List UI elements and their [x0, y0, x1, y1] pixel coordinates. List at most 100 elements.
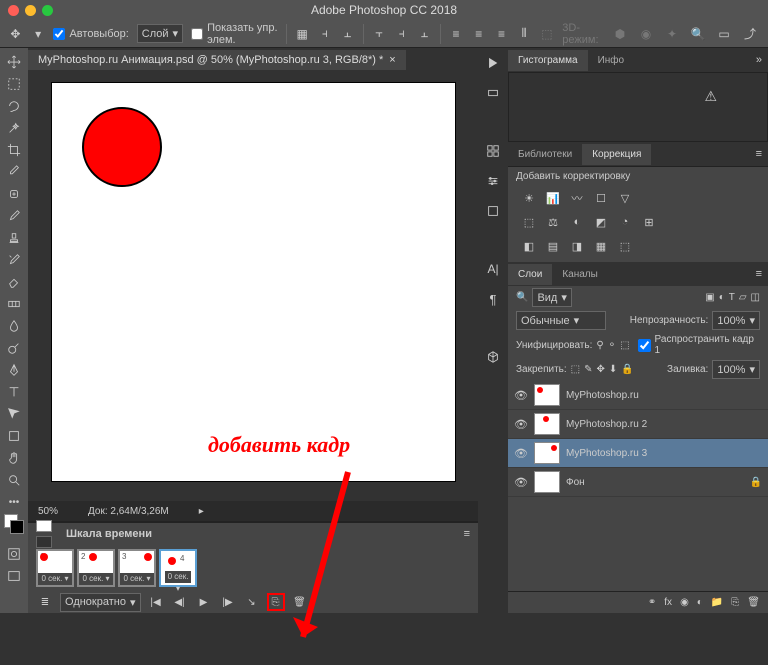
more-tools[interactable]: ••• — [2, 492, 26, 512]
quickmask-icon[interactable] — [2, 544, 26, 564]
visibility-icon[interactable]: 👁 — [514, 418, 528, 431]
timeline-frame[interactable]: 20 сек. ▾ — [77, 549, 115, 587]
adj-layer-icon[interactable]: ◐ — [697, 597, 703, 608]
timeline-menu-icon[interactable]: ≣ — [36, 593, 54, 611]
blend-select[interactable]: Обычные▾ — [516, 311, 606, 330]
distribute-icon[interactable]: ≡ — [471, 24, 486, 44]
tab-libraries[interactable]: Библиотеки — [508, 144, 582, 165]
search-icon[interactable]: 🔍 — [688, 24, 708, 44]
3d-icon[interactable] — [482, 346, 504, 368]
document-tab[interactable]: MyPhotoshop.ru Анимация.psd @ 50% (MyPho… — [28, 50, 406, 70]
map-icon[interactable]: ▦ — [592, 238, 610, 254]
visibility-icon[interactable]: 👁 — [514, 476, 528, 489]
brush-tool[interactable] — [2, 206, 26, 226]
lasso-tool[interactable] — [2, 96, 26, 116]
timeline-frame[interactable]: 40 сек. ▾ — [159, 549, 197, 587]
bw-icon[interactable]: ◐ — [568, 214, 586, 230]
prev-frame-button[interactable]: ◀| — [171, 593, 189, 611]
paragraph-icon[interactable]: ¶ — [482, 288, 504, 310]
play-button[interactable]: ▶ — [195, 593, 213, 611]
layer-row[interactable]: 👁 MyPhotoshop.ru — [508, 381, 768, 410]
wand-tool[interactable] — [2, 118, 26, 138]
filter-shape-icon[interactable]: ▱ — [739, 292, 747, 303]
exposure-icon[interactable]: ☐ — [592, 190, 610, 206]
mask-icon[interactable]: ◉ — [680, 597, 689, 608]
tab-adjustments[interactable]: Коррекция — [582, 144, 651, 165]
align-icon[interactable]: ▦ — [295, 24, 310, 44]
kind-select[interactable]: Вид▾ — [532, 288, 571, 307]
gradient-tool[interactable] — [2, 294, 26, 314]
distribute-icon[interactable]: ⫴ — [517, 24, 532, 44]
layer-row[interactable]: 👁 MyPhotoshop.ru 3 — [508, 439, 768, 468]
invert-icon[interactable]: ◧ — [520, 238, 538, 254]
3d-icon[interactable]: ◉ — [636, 24, 656, 44]
hue-icon[interactable]: ⬚ — [520, 214, 538, 230]
levels-icon[interactable]: 📊 — [544, 190, 562, 206]
mode-3d-icon[interactable]: ⬚ — [540, 24, 555, 44]
timeline-thumb-icon[interactable] — [36, 520, 52, 532]
lock-icon[interactable]: ⬇ — [609, 364, 617, 375]
warning-icon[interactable]: ⚠ — [704, 88, 717, 105]
loop-select[interactable]: Однократно▾ — [60, 593, 141, 612]
crop-tool[interactable] — [2, 140, 26, 160]
first-frame-button[interactable]: |◀ — [147, 593, 165, 611]
unify-icon[interactable]: ⚲ — [596, 340, 603, 351]
close-window[interactable] — [8, 5, 19, 16]
layer-name[interactable]: MyPhotoshop.ru 2 — [566, 419, 647, 430]
zoom-level[interactable]: 50% — [38, 506, 58, 517]
visibility-icon[interactable]: 👁 — [514, 447, 528, 460]
threshold-icon[interactable]: ◨ — [568, 238, 586, 254]
distribute-icon[interactable]: ≡ — [449, 24, 464, 44]
history-brush-tool[interactable] — [2, 250, 26, 270]
lock-icon[interactable]: ✎ — [584, 364, 592, 375]
curves-icon[interactable]: 〰 — [568, 190, 586, 206]
dodge-tool[interactable] — [2, 338, 26, 358]
unify-icon[interactable]: ⚬ — [608, 340, 616, 351]
eyedropper-tool[interactable] — [2, 162, 26, 182]
3d-icon[interactable]: ⬢ — [610, 24, 630, 44]
unify-icon[interactable]: ⬚ — [620, 340, 629, 351]
stamp-tool[interactable] — [2, 228, 26, 248]
3d-icon[interactable]: ✦ — [662, 24, 682, 44]
photo-filter-icon[interactable]: ◩ — [592, 214, 610, 230]
share-icon[interactable]: ⤴ — [740, 24, 760, 44]
filter-smart-icon[interactable]: ◫ — [751, 292, 760, 303]
maximize-window[interactable] — [42, 5, 53, 16]
link-icon[interactable]: ⚭ — [648, 597, 656, 608]
filter-pixel-icon[interactable]: ▣ — [705, 292, 714, 303]
move-tool-icon[interactable]: ✥ — [8, 24, 23, 44]
mixer-icon[interactable]: ◔ — [616, 214, 634, 230]
chevron-down-icon[interactable]: ▾ — [31, 24, 46, 44]
layer-row[interactable]: 👁Фон🔒 — [508, 468, 768, 497]
new-layer-icon[interactable]: ⎘ — [731, 597, 739, 608]
healing-tool[interactable] — [2, 184, 26, 204]
show-controls-checkbox[interactable]: Показать упр. элем. — [191, 22, 278, 46]
visibility-icon[interactable]: 👁 — [514, 389, 528, 402]
lock-icon[interactable]: ⬚ — [571, 364, 580, 375]
delete-layer-icon[interactable]: 🗑 — [747, 597, 760, 608]
lookup-icon[interactable]: ⊞ — [640, 214, 658, 230]
align-icon[interactable]: ⫞ — [317, 24, 332, 44]
layer-row[interactable]: 👁 MyPhotoshop.ru 2 — [508, 410, 768, 439]
timeline-frame[interactable]: 10 сек. ▾ — [36, 549, 74, 587]
tab-histogram[interactable]: Гистограмма — [508, 50, 588, 71]
lock-icon[interactable]: 🔒 — [621, 364, 633, 375]
layer-name[interactable]: MyPhotoshop.ru — [566, 390, 639, 401]
adjustments-icon[interactable] — [482, 170, 504, 192]
autoselect-checkbox[interactable]: Автовыбор: — [53, 28, 128, 40]
chevron-right-icon[interactable]: ▸ — [199, 506, 204, 517]
align-icon[interactable]: ⫞ — [394, 24, 409, 44]
styles-icon[interactable] — [482, 200, 504, 222]
layer-name[interactable]: MyPhotoshop.ru 3 — [566, 448, 647, 459]
posterize-icon[interactable]: ▤ — [544, 238, 562, 254]
move-tool[interactable] — [2, 52, 26, 72]
next-frame-button[interactable]: |▶ — [219, 593, 237, 611]
fill-select[interactable]: 100%▾ — [712, 360, 760, 379]
align-icon[interactable]: ⫟ — [372, 24, 387, 44]
panel-menu-icon[interactable]: ≡ — [464, 528, 470, 540]
selective-icon[interactable]: ⬚ — [616, 238, 634, 254]
balance-icon[interactable]: ⚖ — [544, 214, 562, 230]
timeline-frame[interactable]: 30 сек. ▾ — [118, 549, 156, 587]
fx-icon[interactable]: fx — [664, 597, 672, 608]
marquee-tool[interactable] — [2, 74, 26, 94]
